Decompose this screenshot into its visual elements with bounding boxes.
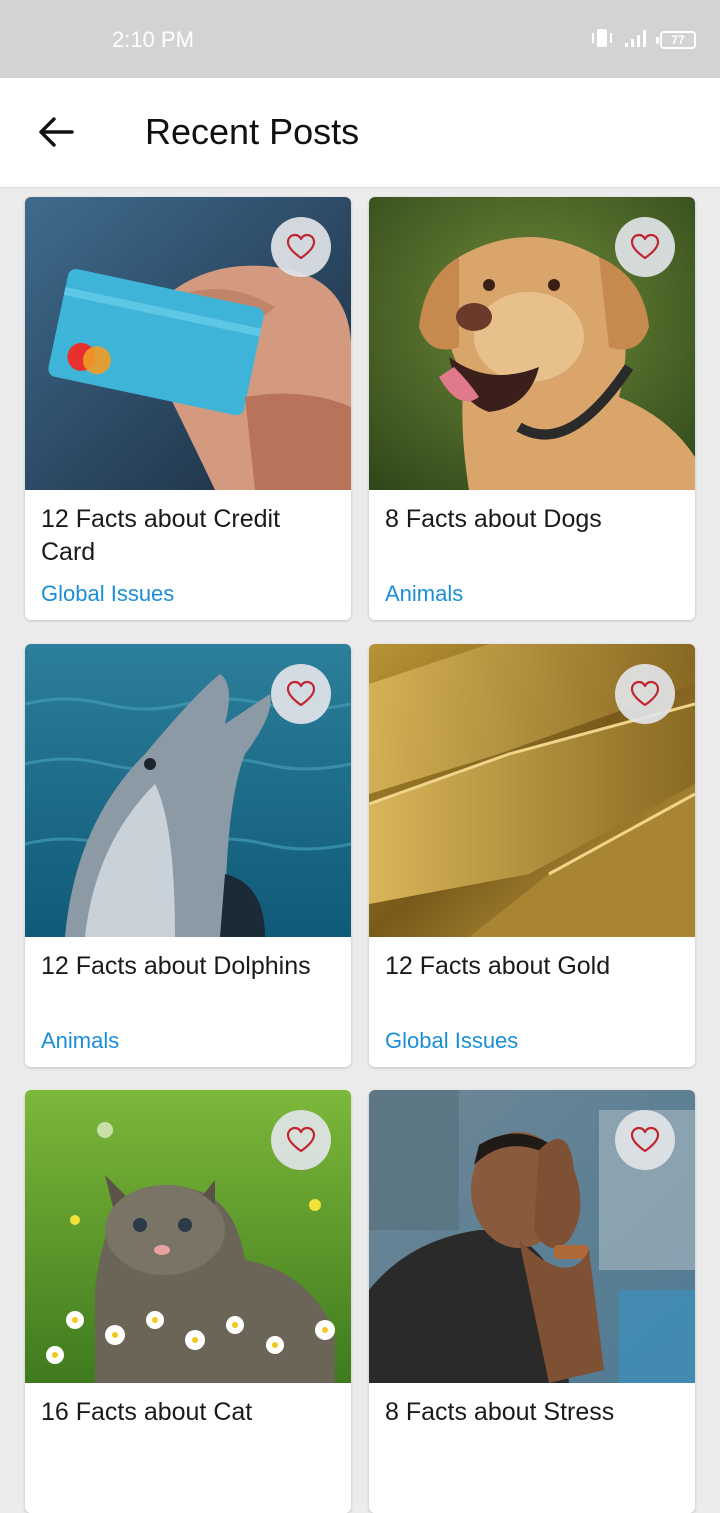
heart-icon bbox=[630, 233, 660, 260]
back-button[interactable] bbox=[28, 104, 84, 160]
vibrate-icon bbox=[590, 27, 614, 54]
post-card[interactable]: 12 Facts about Credit Card Global Issues bbox=[25, 197, 351, 620]
post-title: 12 Facts about Gold bbox=[385, 952, 611, 980]
status-time: 2:10 PM bbox=[112, 27, 194, 52]
heart-icon bbox=[286, 233, 316, 260]
post-title: 16 Facts about Cat bbox=[41, 1398, 253, 1426]
heart-icon bbox=[630, 680, 660, 707]
post-title: 8 Facts about Dogs bbox=[385, 505, 602, 533]
arrow-left-icon bbox=[39, 117, 74, 147]
post-card[interactable]: 12 Facts about Dolphins Animals bbox=[25, 644, 351, 1067]
app-bar: Recent Posts bbox=[0, 78, 720, 187]
favorite-button[interactable] bbox=[615, 1110, 675, 1170]
post-card[interactable]: 16 Facts about Cat bbox=[25, 1090, 351, 1513]
heart-icon bbox=[286, 680, 316, 707]
post-title: 12 Facts about Credit Card bbox=[41, 505, 281, 566]
post-title: 12 Facts about Dolphins bbox=[41, 952, 311, 980]
post-category[interactable]: Animals bbox=[41, 1027, 119, 1055]
signal-icon bbox=[624, 28, 650, 53]
page-title: Recent Posts bbox=[145, 111, 360, 152]
post-title: 8 Facts about Stress bbox=[385, 1398, 615, 1426]
status-bar: 2:10 PM 77 bbox=[0, 0, 720, 78]
favorite-button[interactable] bbox=[271, 1110, 331, 1170]
favorite-button[interactable] bbox=[615, 664, 675, 724]
post-category[interactable]: Global Issues bbox=[41, 580, 174, 608]
post-category[interactable]: Animals bbox=[385, 580, 463, 608]
favorite-button[interactable] bbox=[271, 664, 331, 724]
post-card[interactable]: 8 Facts about Dogs Animals bbox=[369, 197, 695, 620]
favorite-button[interactable] bbox=[271, 217, 331, 277]
heart-icon bbox=[630, 1126, 660, 1153]
post-card[interactable]: 12 Facts about Gold Global Issues bbox=[369, 644, 695, 1067]
heart-icon bbox=[286, 1126, 316, 1153]
favorite-button[interactable] bbox=[615, 217, 675, 277]
status-icons: 77 bbox=[590, 28, 696, 52]
post-card[interactable]: 8 Facts about Stress bbox=[369, 1090, 695, 1513]
post-category[interactable]: Global Issues bbox=[385, 1027, 518, 1055]
battery-icon: 77 bbox=[656, 31, 696, 49]
